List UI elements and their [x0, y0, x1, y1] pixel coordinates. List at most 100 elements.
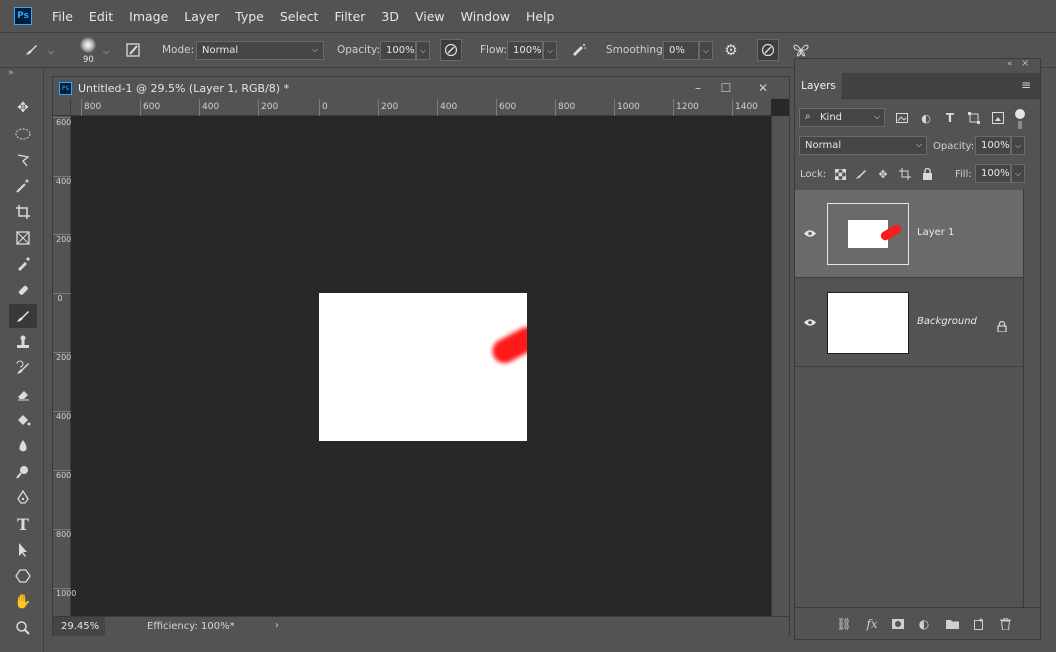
opacity-input[interactable]: 100% [380, 41, 416, 60]
lasso-tool-icon[interactable] [9, 148, 37, 172]
trash-icon[interactable] [996, 615, 1014, 633]
magic-wand-icon[interactable] [9, 174, 37, 198]
eyedropper-icon[interactable] [9, 252, 37, 276]
layer-row[interactable]: Layer 1 [795, 190, 1023, 278]
paint-bucket-icon[interactable] [9, 408, 37, 432]
type-tool-icon[interactable]: T [9, 512, 37, 536]
layer-name[interactable]: Layer 1 [917, 227, 954, 238]
smoothing-input[interactable]: 0% [663, 41, 699, 60]
collapse-icon[interactable]: » [8, 68, 14, 78]
frame-tool-icon[interactable] [9, 226, 37, 250]
healing-brush-icon[interactable] [9, 278, 37, 302]
menu-layer[interactable]: Layer [176, 9, 227, 24]
menu-help[interactable]: Help [518, 9, 563, 24]
close-icon[interactable]: ✕ [752, 79, 774, 97]
brush-preset-icon[interactable] [20, 39, 42, 61]
pen-tool-icon[interactable] [9, 486, 37, 510]
brush-tool-icon[interactable] [9, 304, 37, 328]
layer-thumbnail[interactable] [827, 292, 909, 354]
lock-transparent-pixels-icon[interactable] [831, 165, 849, 183]
filter-smart-object-icon[interactable] [989, 109, 1007, 127]
menu-view[interactable]: View [407, 9, 453, 24]
filter-type-icon[interactable]: T [941, 109, 959, 127]
tab-layers[interactable]: Layers [795, 73, 843, 99]
fill-input[interactable]: 100% [975, 164, 1011, 183]
airbrush-icon[interactable] [568, 39, 590, 61]
chevron-down-icon[interactable]: ⌵ [48, 47, 54, 57]
new-group-icon[interactable] [943, 615, 961, 633]
filter-shape-icon[interactable] [965, 109, 983, 127]
dodge-tool-icon[interactable] [9, 460, 37, 484]
new-layer-icon[interactable] [970, 615, 988, 633]
blend-mode-select[interactable]: Normal ⌵ [799, 136, 927, 155]
crop-tool-icon[interactable] [9, 200, 37, 224]
chevron-right-icon[interactable]: › [275, 620, 279, 631]
move-tool-icon[interactable]: ✥ [9, 96, 37, 120]
vertical-scrollbar[interactable] [771, 116, 789, 616]
add-mask-icon[interactable] [889, 615, 907, 633]
efficiency-readout[interactable]: Efficiency: 100%* [147, 621, 235, 632]
eraser-icon[interactable] [9, 382, 37, 406]
mode-select[interactable]: Normal [196, 41, 324, 60]
filter-adjustment-icon[interactable]: ◐ [917, 109, 935, 127]
lock-all-icon[interactable] [918, 165, 936, 183]
brush-settings-icon[interactable] [122, 39, 144, 61]
chevron-down-icon[interactable]: ⌵ [103, 47, 109, 57]
eye-icon[interactable] [801, 315, 819, 329]
pressure-size-icon[interactable] [757, 39, 779, 61]
menu-window[interactable]: Window [453, 9, 518, 24]
path-selection-icon[interactable] [9, 538, 37, 562]
document-title-bar[interactable]: Ps Untitled-1 @ 29.5% (Layer 1, RGB/8) *… [53, 77, 789, 99]
filter-pixel-icon[interactable] [893, 109, 911, 127]
marquee-tool-icon[interactable] [9, 122, 37, 146]
fx-icon[interactable]: fx [863, 615, 881, 633]
menu-image[interactable]: Image [121, 9, 176, 24]
eye-icon[interactable] [801, 226, 819, 240]
layer-name[interactable]: Background [917, 316, 977, 327]
chevron-down-icon[interactable]: ⌵ [416, 41, 430, 60]
zoom-level-input[interactable]: 29.45% [53, 617, 105, 636]
lock-image-pixels-icon[interactable] [852, 165, 870, 183]
pressure-opacity-icon[interactable] [440, 39, 462, 61]
minimize-icon[interactable]: – [687, 79, 709, 97]
lock-position-icon[interactable]: ✥ [874, 165, 892, 183]
chevron-down-icon[interactable]: ⌵ [1011, 164, 1025, 183]
blur-tool-icon[interactable] [9, 434, 37, 458]
layer-opacity-input[interactable]: 100% [975, 136, 1011, 155]
chevron-down-icon[interactable]: ⌵ [1011, 136, 1025, 155]
brush-tip-icon[interactable] [80, 37, 96, 53]
layer-thumbnail[interactable] [827, 203, 909, 265]
zoom-tool-icon[interactable] [9, 616, 37, 640]
menu-3d[interactable]: 3D [373, 9, 407, 24]
flow-input[interactable]: 100% [507, 41, 543, 60]
menu-edit[interactable]: Edit [81, 9, 121, 24]
history-brush-icon[interactable] [9, 356, 37, 380]
menu-filter[interactable]: Filter [326, 9, 373, 24]
layer-filter-select[interactable]: ⌕ Kind ⌵ [799, 108, 885, 127]
chevron-down-icon[interactable]: ⌵ [543, 41, 557, 60]
lock-artboard-icon[interactable] [896, 165, 914, 183]
maximize-icon[interactable]: ☐ [715, 79, 737, 97]
chevron-down-icon[interactable]: ⌵ [699, 41, 713, 60]
vertical-ruler[interactable]: 600 400 200 0 200 400 600 800 1000 [53, 116, 76, 616]
link-layers-icon[interactable]: ⛓ [835, 615, 853, 633]
ruler-origin[interactable] [53, 99, 71, 116]
menu-file[interactable]: File [44, 9, 81, 24]
clone-stamp-icon[interactable] [9, 330, 37, 354]
horizontal-ruler[interactable]: 800 600 400 200 0 200 400 600 800 1000 1… [71, 99, 771, 116]
collapse-panel-icon[interactable]: « [1007, 59, 1013, 69]
close-panel-icon[interactable]: × [1021, 58, 1029, 69]
layers-scrollbar[interactable] [1023, 189, 1040, 607]
shape-tool-icon[interactable] [9, 564, 37, 588]
menu-select[interactable]: Select [272, 9, 327, 24]
layer-row[interactable]: Background [795, 279, 1023, 367]
menu-type[interactable]: Type [227, 9, 272, 24]
hand-tool-icon[interactable]: ✋ [9, 590, 37, 614]
gear-icon[interactable]: ⚙ [720, 39, 742, 61]
panel-menu-icon[interactable]: ≡ [1021, 78, 1031, 92]
adjustment-layer-icon[interactable]: ◐ [915, 615, 933, 633]
image-canvas[interactable] [319, 293, 527, 441]
lock-icon[interactable] [997, 317, 1007, 336]
filter-toggle-icon[interactable] [1015, 109, 1025, 119]
chevron-down-icon: ⌵ [312, 45, 319, 54]
